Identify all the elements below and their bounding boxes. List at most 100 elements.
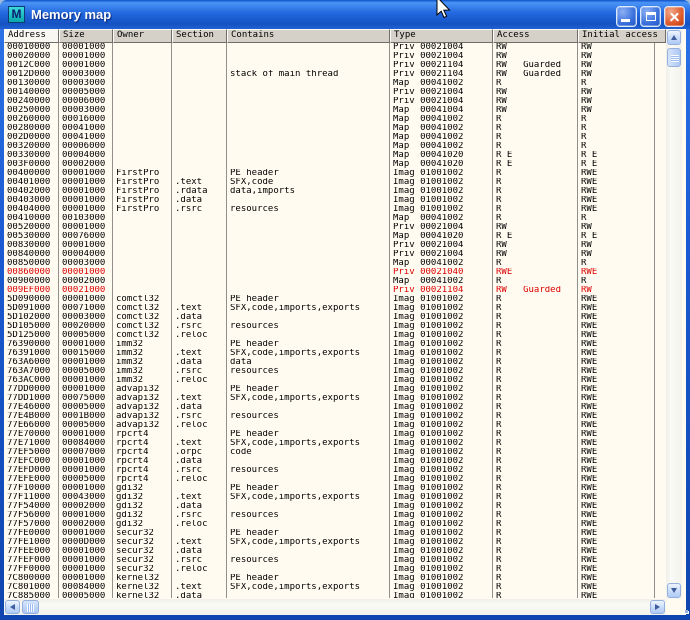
- cell-section: .orpc: [172, 448, 227, 457]
- column-header-contains[interactable]: Contains: [227, 29, 390, 43]
- table-row[interactable]: 77E6600000005000advapi32.relocImag 01001…: [4, 421, 666, 430]
- horizontal-scroll-thumb[interactable]: [22, 600, 39, 614]
- table-row[interactable]: 7C88500000005000kernel32.dataImag 010010…: [4, 592, 666, 598]
- table-row[interactable]: 77F1100000043000gdi32.textSFX,code,impor…: [4, 493, 666, 502]
- table-row[interactable]: 77DD000000001000advapi32PE headerImag 01…: [4, 385, 666, 394]
- horizontal-scrollbar[interactable]: [4, 599, 666, 615]
- table-row[interactable]: 0053000000076000Map 00041020R ER E: [4, 232, 666, 241]
- vertical-scroll-thumb[interactable]: [667, 48, 681, 67]
- table-row[interactable]: 763A700000005000imm32.rsrcresourcesImag …: [4, 367, 666, 376]
- table-row[interactable]: 77FEE00000001000secur32.dataImag 0100100…: [4, 547, 666, 556]
- scroll-left-button[interactable]: [5, 600, 20, 614]
- table-row[interactable]: 77F5600000001000gdi32.rsrcresourcesImag …: [4, 511, 666, 520]
- table-row[interactable]: 5D10500000020000comctl32.rsrcresourcesIm…: [4, 322, 666, 331]
- app-icon[interactable]: M: [8, 6, 25, 23]
- cell-contains: PE header: [227, 529, 390, 538]
- table-row[interactable]: 0024000000006000Priv 00021004RWRW: [4, 97, 666, 106]
- table-row[interactable]: 77E7000000001000rpcrt4PE headerImag 0100…: [4, 430, 666, 439]
- scroll-up-button[interactable]: [667, 30, 681, 45]
- table-row[interactable]: 0012C00000001000Priv 00021104RW GuardedR…: [4, 61, 666, 70]
- table-row[interactable]: 77FE000000001000secur32PE headerImag 010…: [4, 529, 666, 538]
- table-row[interactable]: 77E7100000084000rpcrt4.textSFX,code,impo…: [4, 439, 666, 448]
- table-row[interactable]: 002D000000041000Map 00041002RR: [4, 133, 666, 142]
- table-row[interactable]: 7639000000001000imm32PE headerImag 01001…: [4, 340, 666, 349]
- table-row[interactable]: 009EF00000021000Priv 00021104RW GuardedR…: [4, 286, 666, 295]
- cell-owner: imm32: [113, 367, 172, 376]
- table-row[interactable]: 003F000000002000Map 00041020R ER E: [4, 160, 666, 169]
- table-row[interactable]: 77FE10000000D000secur32.textSFX,code,imp…: [4, 538, 666, 547]
- table-row[interactable]: 0001000000001000Priv 00021004RWRW: [4, 43, 666, 52]
- table-row[interactable]: 77EFC00000001000rpcrt4.dataImag 01001002…: [4, 457, 666, 466]
- table-row[interactable]: 0012D00000003000stack of main threadPriv…: [4, 70, 666, 79]
- scroll-right-button[interactable]: [650, 600, 665, 614]
- cell-access: R: [493, 466, 578, 475]
- column-header-type[interactable]: Type: [390, 29, 493, 43]
- table-row[interactable]: 0040200000001000FirstPro.rdatadata,impor…: [4, 187, 666, 196]
- table-row[interactable]: 77E4B0000001B000advapi32.rsrcresourcesIm…: [4, 412, 666, 421]
- table-row[interactable]: 7C80000000001000kernel32PE headerImag 01…: [4, 574, 666, 583]
- cell-contains: [227, 277, 390, 286]
- close-button[interactable]: [664, 6, 685, 27]
- table-row[interactable]: 0026000000016000Map 00041002RR: [4, 115, 666, 124]
- column-header-size[interactable]: Size: [59, 29, 113, 43]
- vertical-scrollbar[interactable]: [666, 29, 682, 599]
- table-row[interactable]: 77F1000000001000gdi32PE headerImag 01001…: [4, 484, 666, 493]
- cell-owner: FirstPro: [113, 178, 172, 187]
- column-header-section[interactable]: Section: [172, 29, 227, 43]
- cell-access: R: [493, 295, 578, 304]
- table-row[interactable]: 0083000000001000Priv 00021004RWRW: [4, 241, 666, 250]
- cell-size: 00103000: [59, 214, 113, 223]
- table-row[interactable]: 0041000000103000Map 00041002RR: [4, 214, 666, 223]
- column-header-owner[interactable]: Owner: [113, 29, 172, 43]
- cell-section: .reloc: [172, 475, 227, 484]
- table-row[interactable]: 77F5400000002000gdi32.dataImag 01001002R…: [4, 502, 666, 511]
- table-row[interactable]: 0084000000004000Priv 00021004RWRW: [4, 250, 666, 259]
- column-header-address[interactable]: Address: [4, 29, 59, 43]
- table-row[interactable]: 0086000000001000Priv 00021040RWERWE: [4, 268, 666, 277]
- table-row[interactable]: 0052000000001000Priv 00021004RWRW: [4, 223, 666, 232]
- resize-grip[interactable]: [682, 599, 690, 615]
- table-row[interactable]: 0013000000003000Map 00041002RR: [4, 79, 666, 88]
- table-row[interactable]: 77EFE00000005000rpcrt4.relocImag 0100100…: [4, 475, 666, 484]
- table-row[interactable]: 0090000000002000Map 00041002RR: [4, 277, 666, 286]
- table-row[interactable]: 0040400000001000FirstPro.rsrcresourcesIm…: [4, 205, 666, 214]
- table-row[interactable]: 0040000000001000FirstProPE headerImag 01…: [4, 169, 666, 178]
- table-row[interactable]: 77DD100000075000advapi32.textSFX,code,im…: [4, 394, 666, 403]
- table-row[interactable]: 5D09000000001000comctl32PE headerImag 01…: [4, 295, 666, 304]
- cell-contains: [227, 232, 390, 241]
- table-row[interactable]: 77FEF00000001000secur32.rsrcresourcesIma…: [4, 556, 666, 565]
- maximize-button[interactable]: [640, 6, 661, 27]
- table-row[interactable]: 77E4600000005000advapi32.dataImag 010010…: [4, 403, 666, 412]
- cell-type: Imag 01001002: [390, 196, 493, 205]
- table-row[interactable]: 763AC00000001000imm32.relocImag 01001002…: [4, 376, 666, 385]
- table-row[interactable]: 0028000000041000Map 00041002RR: [4, 124, 666, 133]
- table-row[interactable]: 77EF500000007000rpcrt4.orpccodeImag 0100…: [4, 448, 666, 457]
- scroll-down-button[interactable]: [667, 583, 681, 598]
- table-row[interactable]: 0085000000003000Map 00041002RR: [4, 259, 666, 268]
- table-row[interactable]: 5D09100000071000comctl32.textSFX,code,im…: [4, 304, 666, 313]
- table-row[interactable]: 0002000000001000Priv 00021004RWRW: [4, 52, 666, 61]
- column-header-initial-access[interactable]: Initial access: [578, 29, 666, 43]
- table-row[interactable]: 0032000000006000Map 00041002RR: [4, 142, 666, 151]
- cell-address: 76391000: [4, 349, 59, 358]
- table-row[interactable]: 77F5700000002000gdi32.relocImag 01001002…: [4, 520, 666, 529]
- table-row[interactable]: 7C80100000084000kernel32.textSFX,code,im…: [4, 583, 666, 592]
- table-row[interactable]: 5D12500000005000comctl32.relocImag 01001…: [4, 331, 666, 340]
- table-row[interactable]: 77FF000000001000secur32.relocImag 010010…: [4, 565, 666, 574]
- cell-initial-access: RWE: [578, 457, 655, 466]
- table-row[interactable]: 5D10200000003000comctl32.dataImag 010010…: [4, 313, 666, 322]
- table-row[interactable]: 7639100000015000imm32.textSFX,code,impor…: [4, 349, 666, 358]
- cell-type: Imag 01001002: [390, 322, 493, 331]
- minimize-button[interactable]: [616, 6, 637, 27]
- cell-section: [172, 295, 227, 304]
- table-row[interactable]: 0033000000004000Map 00041020R ER E: [4, 151, 666, 160]
- table-row[interactable]: 0014000000005000Priv 00021004RWRW: [4, 88, 666, 97]
- cell-type: Imag 01001002: [390, 304, 493, 313]
- table-row[interactable]: 0025000000003000Map 00041004RWRW: [4, 106, 666, 115]
- titlebar[interactable]: M Memory map: [0, 0, 690, 29]
- column-header-access[interactable]: Access: [493, 29, 578, 43]
- table-row[interactable]: 0040100000001000FirstPro.textSFX,codeIma…: [4, 178, 666, 187]
- table-row[interactable]: 77EFD00000001000rpcrt4.rsrcresourcesImag…: [4, 466, 666, 475]
- table-row[interactable]: 763A600000001000imm32.datadataImag 01001…: [4, 358, 666, 367]
- table-row[interactable]: 0040300000001000FirstPro.dataImag 010010…: [4, 196, 666, 205]
